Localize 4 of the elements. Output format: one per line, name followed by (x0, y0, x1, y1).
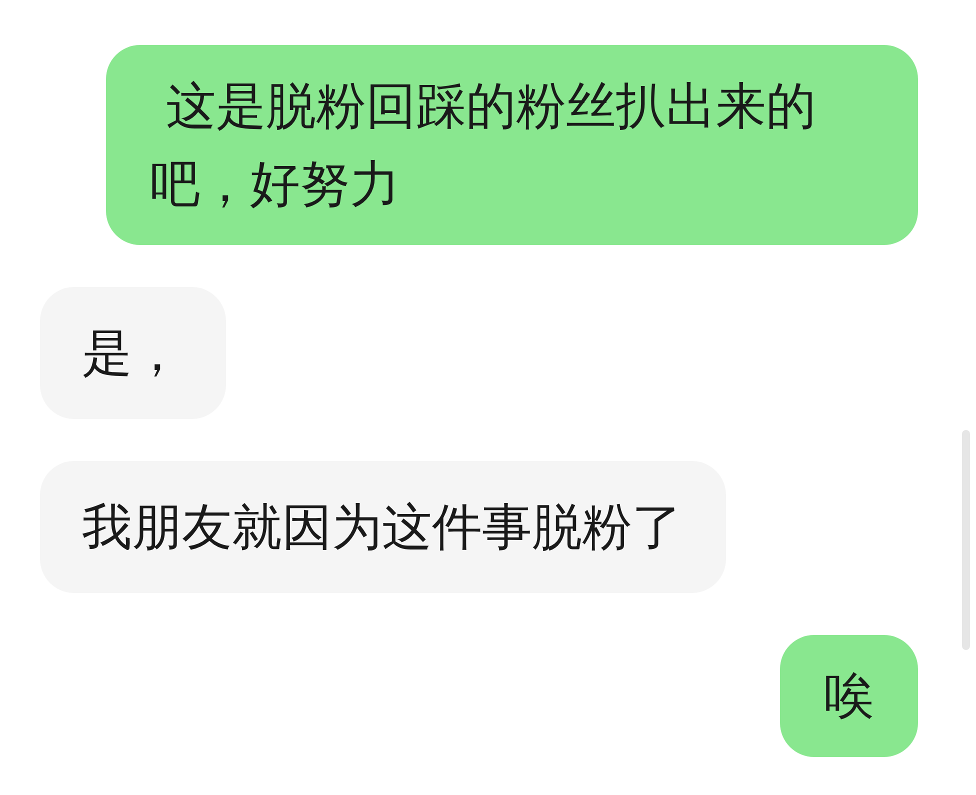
message-bubble: 我朋友就因为这件事脱粉了 (40, 461, 726, 593)
message-bubble: 这是脱粉回踩的粉丝扒出来的吧，好努力 (106, 45, 918, 245)
message-bubble: 唉 (780, 635, 918, 757)
message-bubble: 是， (40, 287, 226, 419)
